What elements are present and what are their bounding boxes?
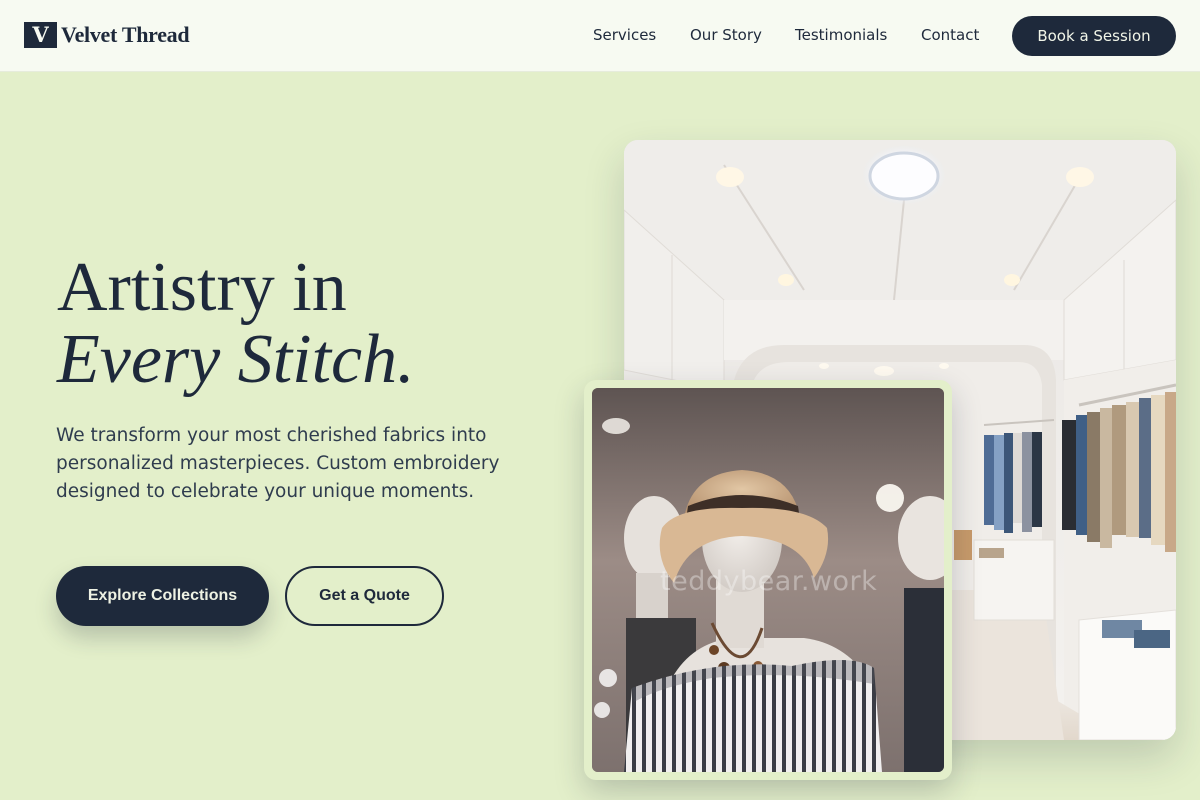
nav-testimonials[interactable]: Testimonials [795, 26, 887, 44]
nav-services[interactable]: Services [593, 26, 656, 44]
image-watermark: teddybear.work [660, 566, 878, 597]
headline-line-1: Artistry in [57, 249, 347, 326]
explore-collections-button[interactable]: Explore Collections [56, 566, 269, 626]
nav-our-story[interactable]: Our Story [690, 26, 762, 44]
book-session-button[interactable]: Book a Session [1012, 16, 1176, 56]
site-header: V Velvet Thread Services Our Story Testi… [0, 0, 1200, 72]
logo-mark: V [24, 22, 57, 48]
get-quote-button[interactable]: Get a Quote [285, 566, 444, 626]
nav-contact[interactable]: Contact [921, 26, 979, 44]
headline-line-2: Every Stitch. [57, 321, 415, 398]
hero-subtext: We transform your most cherished fabrics… [56, 425, 500, 502]
brand-name: Velvet Thread [61, 22, 190, 47]
hero-headline: Artistry in Every Stitch. [57, 252, 415, 396]
brand-logo[interactable]: V Velvet Thread [24, 22, 190, 48]
